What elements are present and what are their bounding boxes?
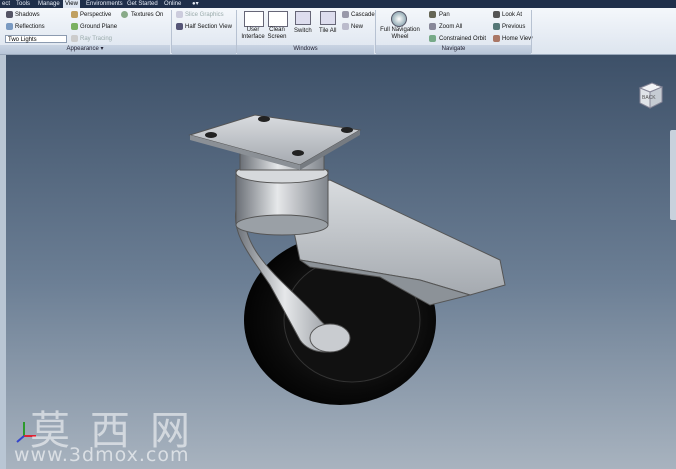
- new-window-icon: [342, 23, 349, 30]
- constrained-orbit-icon: [429, 35, 436, 42]
- textures-button[interactable]: Textures On: [131, 11, 163, 19]
- previous-view-icon: [493, 23, 500, 30]
- zoom-all-icon: [429, 23, 436, 30]
- swivel-base: [235, 214, 329, 236]
- tab-manage[interactable]: Manage: [36, 0, 62, 8]
- slice-graphics-icon: [176, 11, 183, 18]
- tile-all-icon: [320, 11, 336, 25]
- clean-screen-icon: [268, 11, 288, 27]
- cascade-icon: [342, 11, 349, 18]
- perspective-button[interactable]: Perspective: [80, 11, 111, 19]
- home-icon: ⌂: [656, 82, 659, 88]
- mounting-plate: [188, 114, 362, 166]
- mounting-hole: [292, 150, 304, 156]
- perspective-icon: [71, 11, 78, 18]
- tab-project[interactable]: ect: [0, 0, 12, 8]
- pan-button[interactable]: Pan: [439, 11, 450, 19]
- reflections-button[interactable]: Reflections: [15, 23, 45, 31]
- ribbon-tab-bar: ect Tools Manage View Environments Get S…: [0, 0, 676, 8]
- zoom-all-button[interactable]: Zoom All: [439, 23, 462, 31]
- tile-all-button[interactable]: Tile All: [319, 27, 336, 35]
- tab-view[interactable]: View: [63, 0, 80, 8]
- appearance-group-label: Appearance ▾: [0, 45, 170, 54]
- new-window-button[interactable]: New: [351, 23, 363, 31]
- options-dropdown-icon[interactable]: ●▾: [190, 0, 201, 8]
- ground-plane-icon: [71, 23, 78, 30]
- ray-tracing-icon: [71, 35, 78, 42]
- clean-screen-button[interactable]: Clean Screen: [265, 27, 289, 41]
- constrained-orbit-button[interactable]: Constrained Orbit: [439, 35, 486, 43]
- mounting-hole: [258, 116, 270, 122]
- axle-cap: [309, 323, 351, 353]
- ribbon-panel: Shadows Reflections Two Lights Perspecti…: [0, 8, 676, 55]
- navigation-wheel-icon: [391, 11, 407, 27]
- lighting-style-select[interactable]: Two Lights: [5, 35, 67, 43]
- textures-icon: [121, 11, 128, 18]
- shadows-icon: [6, 11, 13, 18]
- ground-plane-button[interactable]: Ground Plane: [80, 23, 117, 31]
- half-section-icon: [176, 23, 183, 30]
- user-interface-button[interactable]: User Interface: [240, 27, 266, 41]
- switch-icon: [295, 11, 311, 25]
- home-view-button[interactable]: Home View: [502, 35, 533, 43]
- shadows-button[interactable]: Shadows: [15, 11, 40, 19]
- navigate-group-label: Navigate: [376, 45, 531, 54]
- separator: [531, 10, 532, 53]
- windows-group-label: Windows: [237, 45, 374, 54]
- previous-view-button[interactable]: Previous: [502, 23, 525, 31]
- half-section-view-button[interactable]: Half Section View: [185, 23, 232, 31]
- tab-environments[interactable]: Environments: [84, 0, 125, 8]
- user-interface-icon: [244, 11, 264, 27]
- pan-icon: [429, 11, 436, 18]
- home-view-icon: [493, 35, 500, 42]
- watermark-url: www.3dmox.com: [14, 444, 190, 466]
- visibility-group-label: [172, 45, 236, 54]
- tab-tools[interactable]: Tools: [14, 0, 32, 8]
- cascade-button[interactable]: Cascade: [351, 11, 375, 19]
- viewcube[interactable]: BACK ⌂: [636, 80, 664, 110]
- slice-graphics-button[interactable]: Slice Graphics: [185, 11, 224, 19]
- look-at-button[interactable]: Look At: [502, 11, 522, 19]
- mounting-hole: [205, 132, 217, 138]
- reflections-icon: [6, 23, 13, 30]
- switch-button[interactable]: Switch: [294, 27, 312, 35]
- full-navigation-wheel-button[interactable]: Full Navigation Wheel: [380, 27, 420, 41]
- ray-tracing-button[interactable]: Ray Tracing: [80, 35, 112, 43]
- tab-online[interactable]: Online: [162, 0, 183, 8]
- tab-get-started[interactable]: Get Started: [125, 0, 160, 8]
- mounting-hole: [341, 127, 353, 133]
- look-at-icon: [493, 11, 500, 18]
- viewcube-face-label: BACK: [642, 95, 656, 101]
